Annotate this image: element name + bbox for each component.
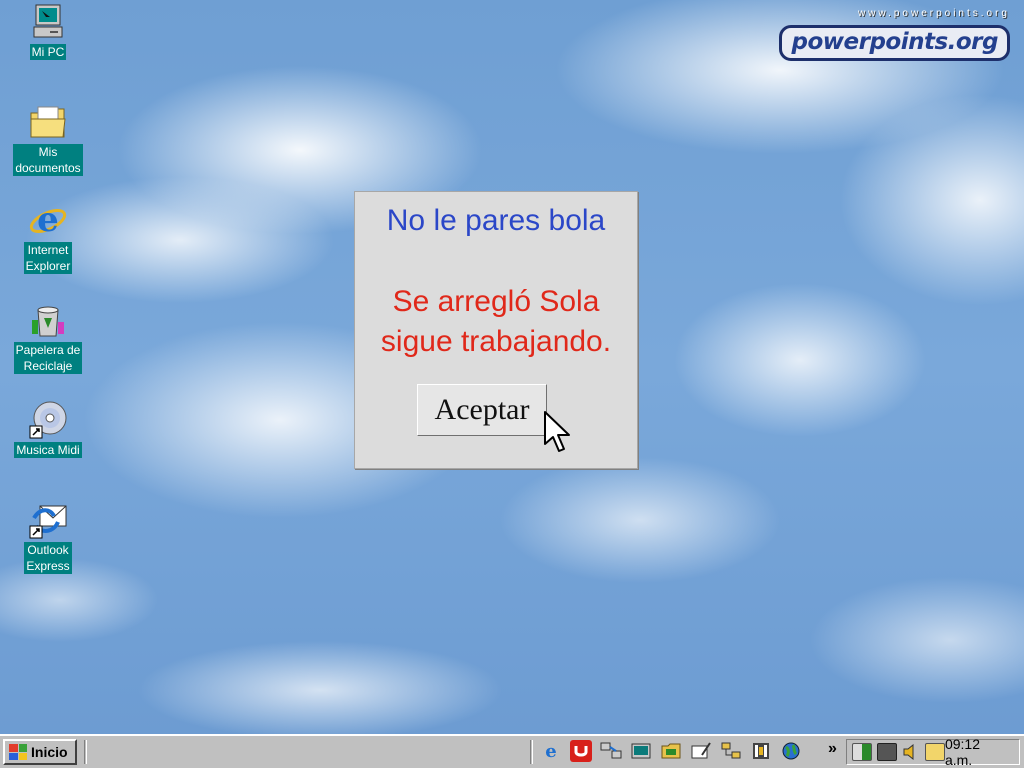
desktop-icon-mis-documentos[interactable]: Mis documentos — [6, 102, 90, 176]
desktop-icon-label: Mis documentos — [13, 144, 83, 176]
svg-text:e: e — [37, 200, 59, 240]
powerpoints-branding: www.powerpoints.org powerpoints.org — [779, 8, 1010, 61]
desktop-icon-internet-explorer[interactable]: e Internet Explorer — [6, 200, 90, 274]
mouse-pointer-icon — [543, 410, 575, 461]
media-player-icon[interactable] — [750, 740, 772, 762]
brand-url: www.powerpoints.org — [857, 8, 1010, 19]
volume-icon[interactable] — [902, 743, 920, 761]
start-button-label: Inicio — [31, 744, 68, 760]
quick-launch-bar: e — [540, 740, 802, 762]
folder-icon[interactable] — [660, 740, 682, 762]
outlook-express-icon — [28, 500, 68, 540]
desktop-icon-label: Musica Midi — [14, 442, 82, 458]
show-desktop-icon[interactable] — [630, 740, 652, 762]
computer-icon — [28, 2, 68, 42]
svg-text:e: e — [545, 741, 556, 761]
taskbar: Inicio e » 09:12 a.m. — [0, 734, 1024, 768]
desktop-icon-label: Mi PC — [29, 44, 67, 60]
dialog-title: No le pares bola — [386, 204, 606, 237]
more-toolbar-chevron-icon[interactable]: » — [828, 740, 837, 758]
dialog-message: Se arregló Sola sigue trabajando. — [355, 282, 637, 362]
start-button[interactable]: Inicio — [3, 739, 77, 765]
desktop-icon-label: Outlook Express — [24, 542, 72, 574]
dialog-message-line: Se arregló Sola — [392, 285, 600, 318]
globe-icon[interactable] — [780, 740, 802, 762]
dialog-message-line: sigue trabajando. — [380, 325, 612, 358]
system-tray: 09:12 a.m. — [846, 736, 1020, 768]
internet-explorer-icon[interactable]: e — [540, 740, 562, 762]
powerpoints-logo: powerpoints.org — [779, 25, 1010, 61]
write-mail-icon[interactable] — [690, 740, 712, 762]
desktop: Mi PC Mis documentos e Internet Explorer — [0, 0, 1024, 734]
accept-button[interactable]: Aceptar — [417, 384, 547, 436]
desktop-icon-papelera[interactable]: Papelera de Reciclaje — [6, 300, 90, 374]
taskbar-divider — [84, 740, 87, 764]
desktop-icon-label: Internet Explorer — [23, 242, 73, 274]
taskbar-clock[interactable]: 09:12 a.m. — [945, 736, 1011, 768]
desktop-icon-mi-pc[interactable]: Mi PC — [6, 2, 90, 60]
network-icon[interactable] — [600, 740, 622, 762]
windows-explorer-icon[interactable] — [720, 740, 742, 762]
input-language-icon[interactable] — [924, 743, 945, 761]
tray-network-icon[interactable] — [852, 743, 872, 761]
message-dialog: No le pares bola Se arregló Sola sigue t… — [354, 191, 638, 469]
cd-shortcut-icon — [28, 400, 68, 440]
recycle-bin-icon — [28, 300, 68, 340]
antivirus-icon[interactable] — [570, 740, 592, 762]
taskbar-divider — [530, 740, 533, 764]
desktop-icon-musica-midi[interactable]: Musica Midi — [6, 400, 90, 458]
desktop-icon-outlook-express[interactable]: Outlook Express — [6, 500, 90, 574]
windows-logo-icon — [9, 744, 27, 760]
desktop-icon-label: Papelera de Reciclaje — [13, 342, 83, 374]
folder-icon — [28, 102, 68, 142]
internet-explorer-icon: e — [28, 200, 68, 240]
tray-monitor-icon[interactable] — [876, 743, 897, 761]
